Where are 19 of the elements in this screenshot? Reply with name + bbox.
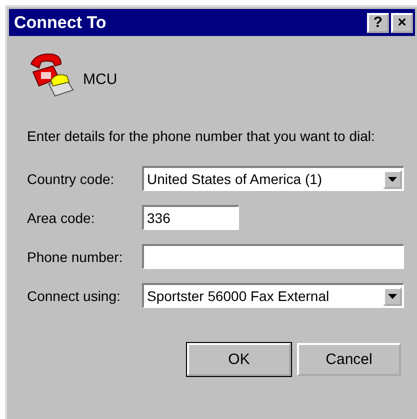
caret-icon <box>388 176 397 182</box>
field-label: Connect using: <box>27 288 122 304</box>
field-label: Phone number: <box>27 248 124 264</box>
field-label: Country code: <box>27 170 116 186</box>
window-title: Connect To <box>14 12 108 32</box>
help-button[interactable]: ? <box>367 12 389 32</box>
instruction-text: Enter details for the phone number that you want to dial: <box>27 128 376 144</box>
close-button[interactable]: × <box>391 12 413 32</box>
caret-icon <box>388 294 397 298</box>
dropdown-button[interactable] <box>383 170 402 188</box>
dropdown[interactable]: United States of America (1) <box>142 166 404 191</box>
dropdown-button[interactable] <box>383 286 402 306</box>
connection-name: MCU <box>83 70 118 88</box>
dropdown[interactable]: Sportster 56000 Fax External <box>142 283 404 308</box>
input-field[interactable] <box>142 244 404 269</box>
cancel-button[interactable]: Cancel <box>297 343 401 376</box>
input-field[interactable]: 336 <box>142 205 239 230</box>
field-label: Area code: <box>27 210 96 226</box>
ok-button[interactable]: OK <box>187 343 291 376</box>
